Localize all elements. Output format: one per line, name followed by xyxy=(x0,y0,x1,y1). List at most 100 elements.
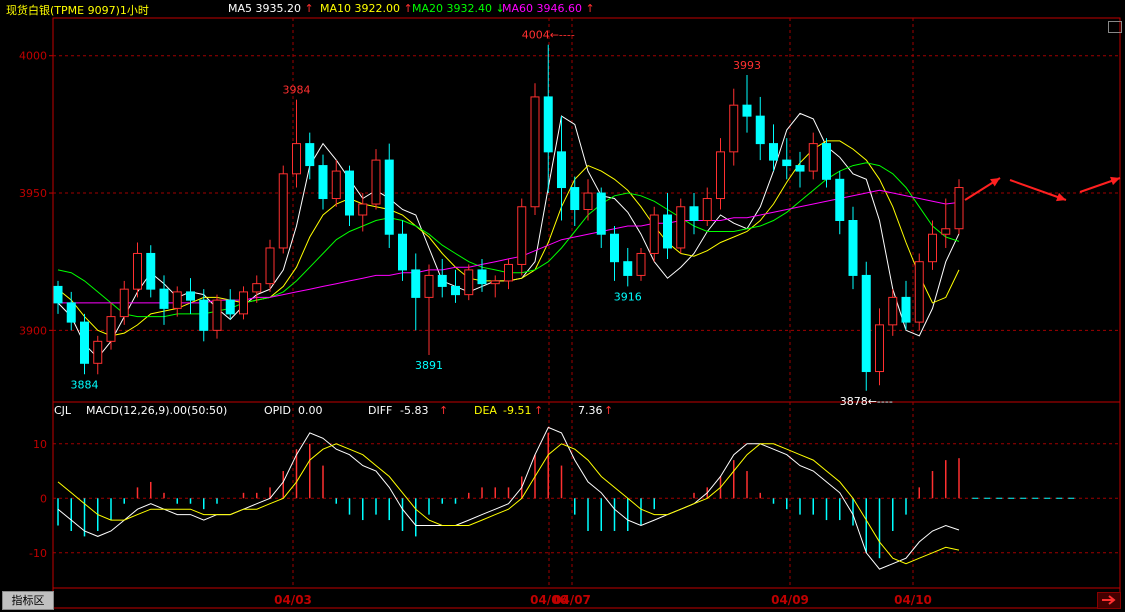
opid-value: 0.00 xyxy=(298,404,323,417)
candle-body xyxy=(610,233,619,263)
trend-arrow-head xyxy=(1110,176,1120,186)
candle-body xyxy=(318,165,328,200)
chart-canvas: 400039503900100-1004/03 04/0604/07 04/09 04… xyxy=(19,17,1121,609)
candle-body xyxy=(490,280,500,285)
candle-body xyxy=(292,143,301,175)
candle-body xyxy=(875,324,884,373)
price-annotation: 3891 xyxy=(415,359,443,372)
ma-legend-text: MA10 3922.00 xyxy=(320,2,404,15)
candle-body xyxy=(398,233,407,271)
candle-body xyxy=(172,291,182,309)
candle-body xyxy=(252,283,262,293)
price-tick-label: 4000 xyxy=(19,50,47,63)
candle-body xyxy=(345,170,354,216)
dea-arrow-icon: ↑ xyxy=(534,404,544,417)
candle-body xyxy=(93,340,103,364)
candle-body xyxy=(186,291,195,301)
indicator-name: CJL xyxy=(54,404,72,417)
candle-body xyxy=(464,269,474,296)
candle-body xyxy=(848,220,858,276)
candle-body xyxy=(305,143,315,167)
candle-body xyxy=(769,143,778,161)
candle-body xyxy=(663,214,672,249)
candle-body xyxy=(676,206,686,249)
candle-body xyxy=(80,321,89,364)
candle-body xyxy=(543,96,553,153)
candle-body xyxy=(477,269,487,285)
macd-value: 7.36 xyxy=(578,404,603,417)
window-title: 现货白银(TPME 9097)1小时 xyxy=(6,4,149,17)
candle-body xyxy=(265,247,275,285)
macd-tick-label: 10 xyxy=(33,438,47,451)
date-label: 04/09 xyxy=(771,593,809,607)
maximize-button[interactable] xyxy=(1108,21,1122,33)
arrow-up-icon: ↑ xyxy=(585,2,595,15)
candle-body xyxy=(53,285,63,304)
candle-body xyxy=(941,228,951,235)
price-tick-label: 3950 xyxy=(19,187,47,200)
macd-arrow-icon: ↑ xyxy=(604,404,614,417)
candle-body xyxy=(159,288,169,309)
opid-label: OPID xyxy=(264,404,292,417)
date-label: 04/10 xyxy=(894,593,932,607)
candle-body xyxy=(557,151,566,189)
candle-body xyxy=(424,274,434,298)
candle-body xyxy=(517,206,527,265)
macd-params: MACD(12,26,9).00(50:50) xyxy=(86,404,228,417)
candle-body xyxy=(66,302,76,323)
candle-body xyxy=(822,143,831,180)
price-annotation: 3916 xyxy=(614,290,642,303)
dea-value: -9.51 xyxy=(503,404,532,417)
ma-legend-text: MA20 3932.40 xyxy=(412,2,496,15)
candle-body xyxy=(411,269,421,298)
candle-body xyxy=(954,187,964,230)
scroll-right-button[interactable] xyxy=(1097,592,1121,609)
candle-body xyxy=(729,104,739,153)
candle-body xyxy=(384,159,394,235)
candle-body xyxy=(623,261,633,276)
macd-tick-label: -10 xyxy=(29,547,47,560)
candle-body xyxy=(331,170,341,200)
candle-body xyxy=(133,252,142,290)
candle-body xyxy=(914,261,924,323)
chart-window: 4000 3950 3900 10 0 -10 04/03 04/06 04/07 04/09 04… xyxy=(0,0,1125,611)
ma-legend-ma10: MA10 3922.00 ↑ xyxy=(320,2,413,15)
price-annotation: 3993 xyxy=(733,59,761,72)
candle-body xyxy=(570,187,580,211)
indicator-tab[interactable]: 指标区 xyxy=(2,591,54,610)
candle-body xyxy=(689,206,699,221)
candle-body xyxy=(861,274,871,373)
candle-body xyxy=(358,203,368,216)
diff-label: DIFF xyxy=(368,404,393,417)
candle-body xyxy=(808,143,818,172)
candle-body xyxy=(278,173,288,249)
candle-body xyxy=(928,233,937,263)
ma-legend-text: MA5 3935.20 xyxy=(228,2,305,15)
ma-legend-text: MA60 3946.60 xyxy=(502,2,586,15)
ma-legend-ma5: MA5 3935.20 ↑ xyxy=(228,2,314,15)
candle-body xyxy=(901,296,911,323)
candle-body xyxy=(451,285,460,296)
candle-body xyxy=(835,178,845,221)
candle-body xyxy=(119,288,129,318)
date-label: 04/03 xyxy=(274,593,312,607)
diff-arrow-icon: ↑ xyxy=(439,404,449,417)
candle-body xyxy=(636,252,646,276)
price-annotation: 3984 xyxy=(283,84,311,97)
price-annotation: 3878←---- xyxy=(840,395,893,408)
arrow-right-icon xyxy=(1102,595,1116,605)
candle-body xyxy=(146,252,156,290)
candle-body xyxy=(795,165,805,172)
candle-body xyxy=(755,115,765,145)
candle-body xyxy=(782,159,792,167)
candle-body xyxy=(437,274,447,287)
macd-tick-label: 0 xyxy=(40,492,47,505)
candle-body xyxy=(225,299,235,315)
price-tick-label: 3900 xyxy=(19,324,47,337)
price-annotation: 3884 xyxy=(71,378,99,391)
dea-label: DEA xyxy=(474,404,497,417)
candle-body xyxy=(504,263,513,282)
candle-body xyxy=(239,291,248,315)
candle-body xyxy=(649,214,659,254)
arrow-up-icon: ↑ xyxy=(304,2,314,15)
